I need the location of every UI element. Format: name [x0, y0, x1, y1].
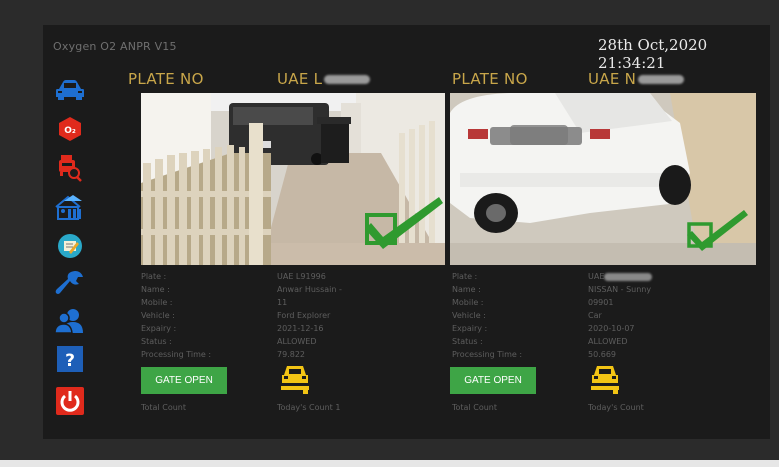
label-name-1: Name :	[141, 285, 170, 294]
barrier-car-icon-1	[281, 366, 309, 394]
label-plate-1: Plate :	[141, 272, 167, 281]
value-vehicle-2: Car	[588, 311, 602, 320]
sidebar-item-settings[interactable]	[53, 268, 87, 298]
camera-image-2	[450, 93, 756, 265]
label-plate-2: Plate :	[452, 272, 478, 281]
label-vehicle-2: Vehicle :	[452, 311, 486, 320]
sidebar-item-help[interactable]: ?	[53, 344, 87, 374]
window-top-bar	[0, 0, 779, 18]
value-expiry-1: 2021-12-16	[277, 324, 324, 333]
label-vehicle-1: Vehicle :	[141, 311, 175, 320]
value-processing-1: 79.822	[277, 350, 305, 359]
label-status-2: Status :	[452, 337, 483, 346]
plate-number-1: UAE L	[277, 70, 371, 88]
label-mobile-1: Mobile :	[141, 298, 173, 307]
total-count-2: Total Count	[452, 403, 497, 412]
value-plate-1: UAE L91996	[277, 272, 326, 281]
car-icon	[56, 80, 84, 100]
value-name-1: Anwar Hussain -	[277, 285, 342, 294]
users-icon	[54, 309, 83, 334]
today-count-2: Today's Count	[588, 403, 644, 412]
sidebar-item-users[interactable]	[53, 306, 87, 336]
svg-text:O₂: O₂	[64, 126, 76, 136]
sidebar-item-notes[interactable]	[53, 231, 87, 261]
app-title: Oxygen O2 ANPR V15	[53, 40, 177, 53]
value-expiry-2: 2020-10-07	[588, 324, 635, 333]
sidebar-item-o2[interactable]: O₂	[53, 114, 87, 144]
label-processing-1: Processing Time :	[141, 350, 212, 359]
value-mobile-2: 09901	[588, 298, 614, 307]
check-icon-1	[365, 197, 443, 249]
today-count-1: Today's Count 1	[277, 403, 341, 412]
sidebar-item-vehicles[interactable]	[53, 75, 87, 105]
label-expiry-1: Expairy :	[141, 324, 177, 333]
label-expiry-2: Expairy :	[452, 324, 488, 333]
camera-image-1	[141, 93, 445, 265]
sidebar-item-power[interactable]	[53, 386, 87, 416]
power-icon	[56, 387, 84, 415]
barrier-car-icon-2	[591, 366, 619, 394]
gate-open-button-1[interactable]: GATE OPEN	[141, 367, 227, 394]
help-icon: ?	[57, 346, 83, 372]
value-status-2: ALLOWED	[588, 337, 628, 346]
value-plate-2: UAE	[588, 272, 653, 281]
value-status-1: ALLOWED	[277, 337, 317, 346]
value-processing-2: 50.669	[588, 350, 616, 359]
label-processing-2: Processing Time :	[452, 350, 523, 359]
plate-number-2: UAE N	[588, 70, 685, 88]
window-bottom-bar	[0, 460, 779, 467]
check-icon-2	[687, 210, 748, 251]
plate-header-1: PLATE NO	[128, 70, 204, 88]
label-mobile-2: Mobile :	[452, 298, 484, 307]
svg-text:?: ?	[65, 351, 75, 371]
plate-header-2: PLATE NO	[452, 70, 528, 88]
label-name-2: Name :	[452, 285, 481, 294]
value-name-2: NISSAN - Sunny	[588, 285, 652, 294]
o2-logo-icon: O₂	[59, 117, 81, 141]
total-count-1: Total Count	[141, 403, 186, 412]
label-status-1: Status :	[141, 337, 172, 346]
sidebar-item-parking[interactable]	[53, 192, 87, 222]
sidebar-item-vehicle-search[interactable]	[53, 153, 87, 183]
home-parking-icon	[55, 195, 82, 220]
datetime-display: 28th Oct,2020 21:34:21	[598, 36, 708, 72]
value-vehicle-1: Ford Explorer	[277, 311, 331, 320]
vehicle-search-icon	[59, 155, 82, 182]
note-edit-icon	[58, 234, 82, 258]
wrench-icon	[55, 271, 83, 294]
value-mobile-1: 11	[277, 298, 288, 307]
gate-open-button-2[interactable]: GATE OPEN	[450, 367, 536, 394]
